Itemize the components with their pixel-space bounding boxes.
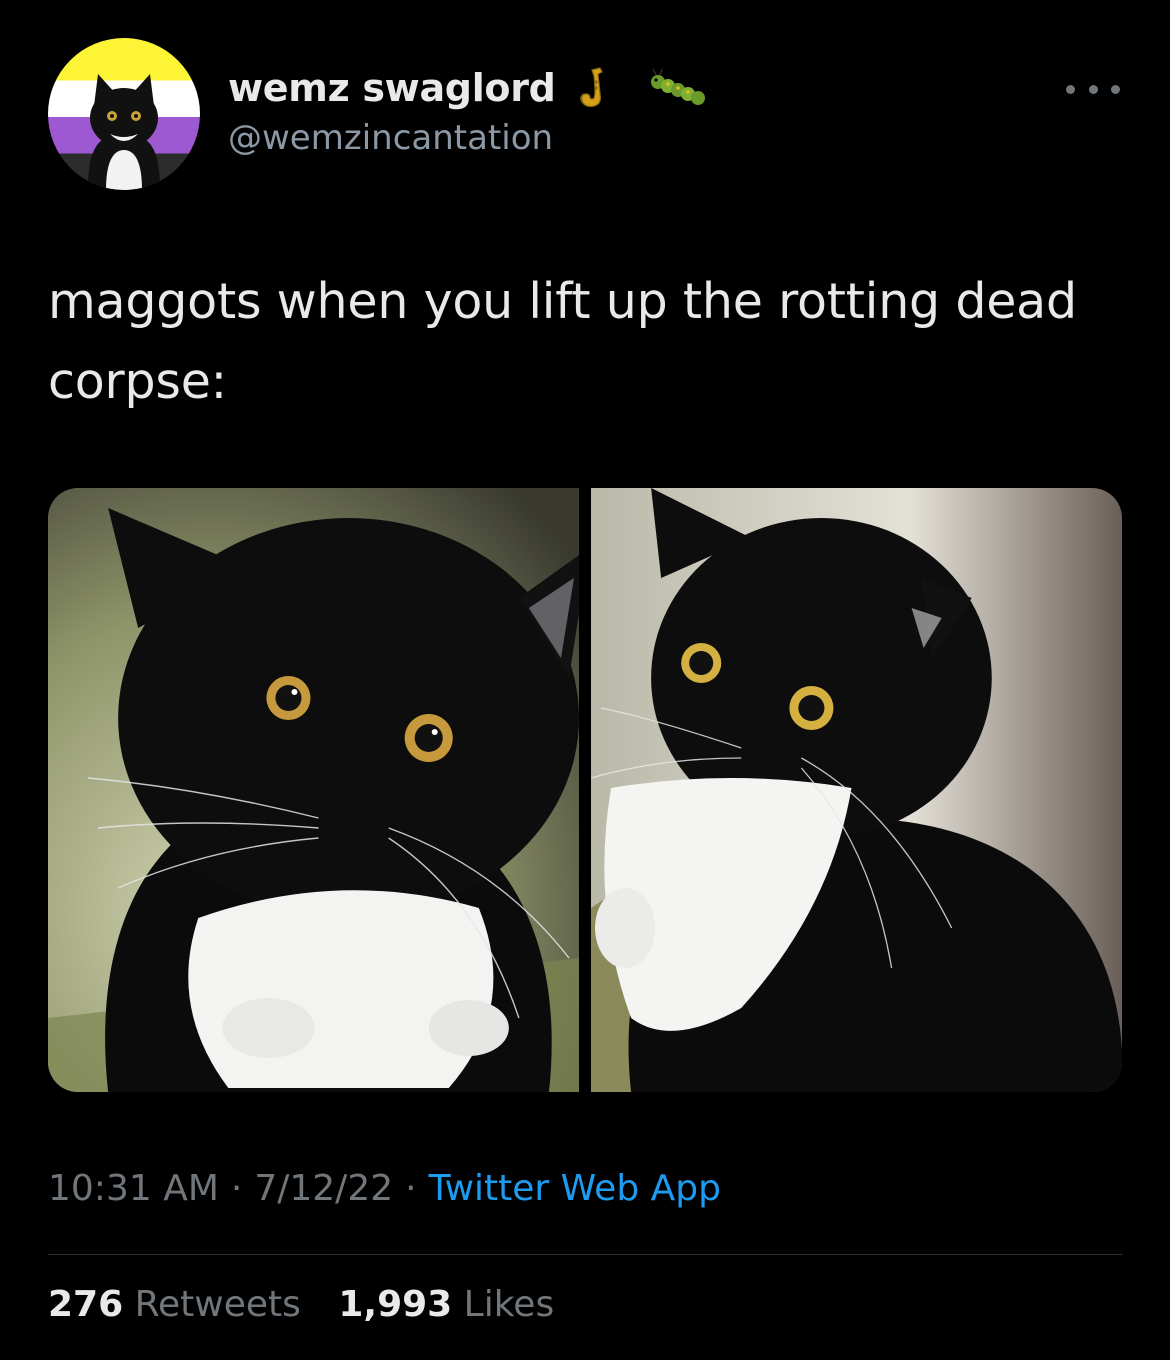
tweet-time[interactable]: 10:31 AM xyxy=(48,1168,219,1209)
tweet-meta: 10:31 AM · 7/12/22 · Twitter Web App xyxy=(48,1168,721,1209)
tweet-stats: 276 Retweets 1,993 Likes xyxy=(48,1284,554,1325)
caterpillar-icon xyxy=(648,64,708,112)
retweets-label: Retweets xyxy=(134,1284,301,1325)
retweets-stat[interactable]: 276 Retweets xyxy=(48,1284,312,1325)
more-dot xyxy=(1111,84,1120,94)
avatar[interactable] xyxy=(48,38,200,190)
tuxedo-cat-avatar-icon xyxy=(88,74,160,190)
meta-separator: · xyxy=(405,1168,417,1209)
divider xyxy=(48,1254,1122,1255)
tweet: wemz swaglord @wemzincantation maggots w… xyxy=(0,0,1170,1360)
retweets-count: 276 xyxy=(48,1284,124,1325)
tweet-date[interactable]: 7/12/22 xyxy=(254,1168,393,1209)
tuxedo-cat-photo-icon xyxy=(48,488,579,1092)
tweet-media xyxy=(48,488,1122,1092)
likes-count: 1,993 xyxy=(338,1284,453,1325)
likes-label: Likes xyxy=(463,1284,555,1325)
meta-separator: · xyxy=(230,1168,243,1209)
display-name[interactable]: wemz swaglord xyxy=(228,66,556,110)
tweet-source-link[interactable]: Twitter Web App xyxy=(429,1168,721,1209)
tuxedo-cat-photo-icon xyxy=(591,488,1122,1092)
more-options-icon[interactable] xyxy=(1066,74,1120,104)
display-name-row: wemz swaglord xyxy=(228,62,708,114)
saxophone-icon xyxy=(572,64,632,112)
more-dot xyxy=(1066,84,1075,94)
tweet-text: maggots when you lift up the rotting dea… xyxy=(48,273,1077,410)
cat-photo-left[interactable] xyxy=(48,488,579,1092)
cat-photo-right[interactable] xyxy=(591,488,1122,1092)
user-handle[interactable]: @wemzincantation xyxy=(228,118,708,158)
author-block: wemz swaglord @wemzincantation xyxy=(228,62,708,158)
likes-stat[interactable]: 1,993 Likes xyxy=(338,1284,554,1325)
more-dot xyxy=(1088,84,1098,94)
